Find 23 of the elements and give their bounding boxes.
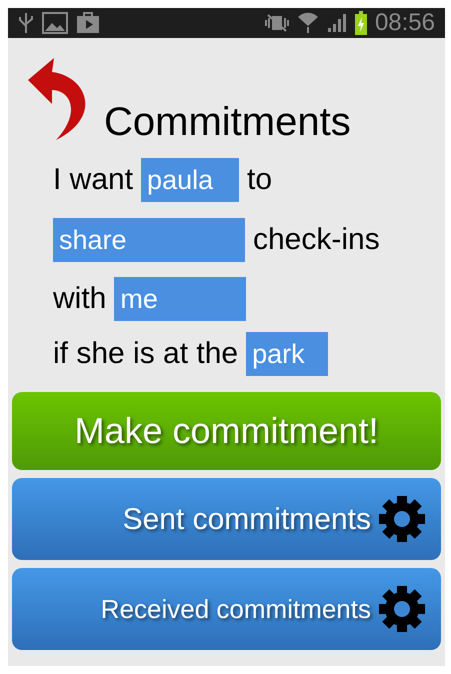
input-field[interactable]: paula	[141, 158, 240, 202]
wifi-icon	[296, 12, 319, 34]
sentence-text: with	[53, 284, 106, 314]
shopping-bag-icon	[76, 12, 100, 34]
usb-icon	[18, 12, 34, 34]
vibrate-icon	[264, 13, 289, 33]
commitments-button[interactable]: Received commitments	[12, 568, 441, 650]
input-field[interactable]: park	[246, 332, 328, 376]
commitments-button[interactable]: Sent commitments	[12, 478, 441, 560]
sentence-text: I want	[53, 165, 134, 195]
gear-icon	[377, 494, 427, 544]
page-title: Commitments	[104, 102, 351, 142]
make-commitment-button[interactable]: Make commitment!	[12, 392, 441, 470]
sentence-text: to	[247, 165, 272, 195]
image-icon	[42, 12, 68, 34]
gear-icon	[377, 584, 427, 634]
input-field[interactable]: share	[53, 218, 245, 262]
input-field[interactable]: me	[114, 277, 246, 321]
battery-icon	[354, 11, 367, 35]
status-time: 08:56	[374, 11, 435, 35]
sentence-text: check-ins	[253, 225, 380, 255]
signal-icon	[326, 13, 347, 33]
sentence-text: if she is at the	[53, 339, 238, 369]
